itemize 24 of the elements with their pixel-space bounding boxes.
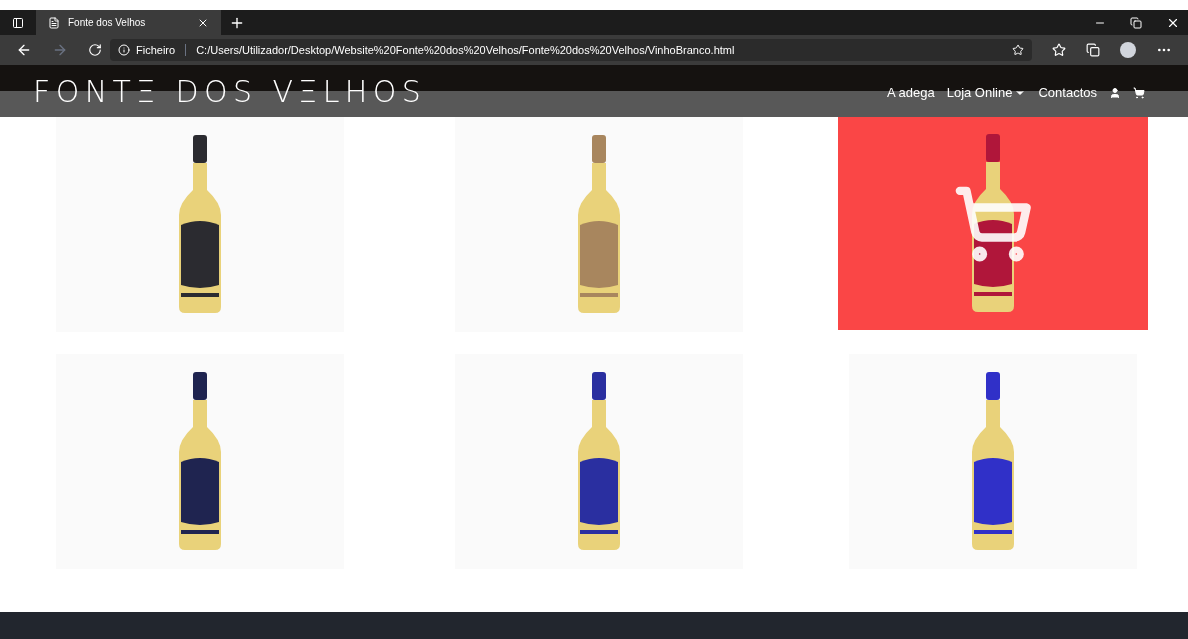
tab-actions-icon[interactable] bbox=[12, 16, 24, 29]
address-prefix: Ficheiro bbox=[136, 42, 176, 58]
product-photo[interactable] bbox=[55, 354, 344, 569]
address-text: C:/Users/Utilizador/Desktop/Website%20Fonte%20dos%20Velhos/Fonte%20dos%20Velhos/VinhoBranco.html bbox=[196, 42, 736, 58]
nav-link[interactable]: A adega bbox=[886, 83, 935, 103]
browser-tab[interactable]: Fonte dos Velhos bbox=[36, 10, 221, 35]
product-photo[interactable] bbox=[55, 117, 344, 332]
page-icon bbox=[48, 16, 60, 29]
address-bar[interactable]: Ficheiro C:/Users/Utilizador/Desktop/Website%20Fonte%20dos%20Velhos/Fonte%20dos%20Velhos/VinhoBranco.html bbox=[110, 39, 1032, 61]
favorite-icon[interactable] bbox=[1012, 44, 1024, 56]
site-logo[interactable]: FONTΞ DOS VΞLHOS bbox=[33, 68, 427, 114]
info-icon bbox=[118, 44, 130, 56]
reload-icon[interactable] bbox=[88, 43, 102, 57]
product-photo[interactable] bbox=[454, 354, 743, 569]
profile-avatar[interactable] bbox=[1120, 42, 1136, 58]
product-photo[interactable] bbox=[849, 354, 1137, 569]
collections-icon[interactable] bbox=[1086, 43, 1100, 57]
user-icon[interactable] bbox=[1109, 87, 1121, 99]
nav-link[interactable]: Contactos bbox=[1038, 83, 1097, 103]
cart-icon[interactable] bbox=[1133, 87, 1145, 99]
nav-link[interactable]: Loja Online bbox=[946, 83, 1027, 103]
back-icon[interactable] bbox=[16, 42, 32, 58]
restore-icon[interactable] bbox=[1130, 16, 1142, 29]
favorites-icon[interactable] bbox=[1052, 43, 1066, 57]
